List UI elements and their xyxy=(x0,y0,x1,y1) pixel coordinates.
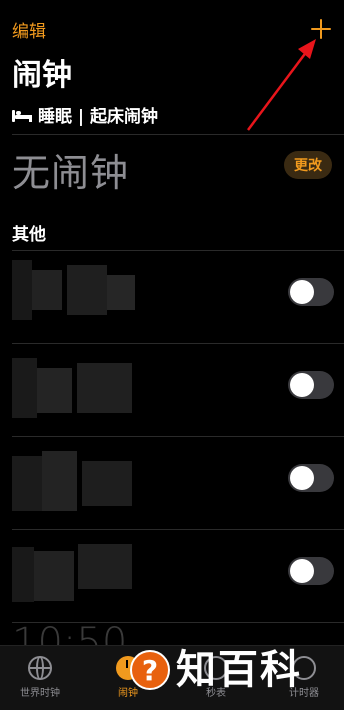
alarm-row[interactable] xyxy=(0,250,344,342)
alarm-row[interactable] xyxy=(0,436,344,528)
watermark-text: 知百科 xyxy=(176,647,302,693)
alarm-toggle[interactable] xyxy=(288,278,334,306)
tab-label: 世界时钟 xyxy=(20,688,60,699)
divider xyxy=(12,134,344,135)
sleep-section-header[interactable]: 睡眠 | 起床闹钟 xyxy=(12,102,158,127)
alarm-toggle[interactable] xyxy=(288,371,334,399)
toggle-knob xyxy=(290,280,314,304)
alarm-row[interactable] xyxy=(0,529,344,621)
toggle-knob xyxy=(290,466,314,490)
alarm-row[interactable] xyxy=(0,343,344,435)
blurred-alarm-content xyxy=(12,260,137,335)
alarm-toggle[interactable] xyxy=(288,464,334,492)
bed-icon xyxy=(12,108,32,122)
toggle-knob xyxy=(290,559,314,583)
watermark-logo-icon: ? xyxy=(130,650,170,690)
sleep-label: 睡眠 | 起床闹钟 xyxy=(38,107,159,127)
change-button[interactable]: 更改 xyxy=(284,151,332,179)
page-title: 闹钟 xyxy=(12,58,72,93)
blurred-alarm-content xyxy=(12,446,137,521)
toggle-knob xyxy=(290,373,314,397)
watermark: ? 知百科 xyxy=(130,650,302,690)
blurred-alarm-content xyxy=(12,539,137,614)
other-section-title: 其他 xyxy=(12,225,46,245)
no-alarm-text: 无闹钟 xyxy=(12,151,130,195)
blurred-alarm-content xyxy=(12,353,137,428)
tab-world-clock[interactable]: 世界时钟 xyxy=(6,656,74,699)
alarm-toggle[interactable] xyxy=(288,557,334,585)
globe-icon xyxy=(28,656,52,680)
edit-button[interactable]: 编辑 xyxy=(12,17,46,42)
annotation-arrow-icon xyxy=(246,39,316,131)
